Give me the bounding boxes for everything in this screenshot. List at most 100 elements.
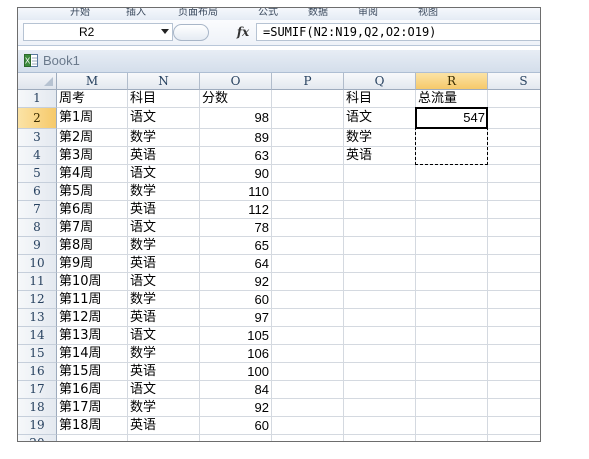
- cell-n10[interactable]: 英语: [128, 255, 200, 273]
- cell-p18[interactable]: [272, 399, 344, 417]
- cell-r14[interactable]: [416, 327, 488, 345]
- cell-m11[interactable]: 第10周: [57, 273, 128, 291]
- name-box[interactable]: R2: [23, 23, 173, 41]
- cell-r13[interactable]: [416, 309, 488, 327]
- column-header-p[interactable]: P: [272, 73, 344, 90]
- cell-p2[interactable]: [272, 108, 344, 129]
- cell-r7[interactable]: [416, 201, 488, 219]
- row-header-15[interactable]: 15: [18, 345, 57, 363]
- ribbon-tab[interactable]: 公式: [258, 8, 278, 18]
- cell-o7[interactable]: 112: [200, 201, 272, 219]
- cell-s3[interactable]: [488, 129, 540, 147]
- cell-p15[interactable]: [272, 345, 344, 363]
- cell-p4[interactable]: [272, 147, 344, 165]
- cell-m3[interactable]: 第2周: [57, 129, 128, 147]
- cell-o14[interactable]: 105: [200, 327, 272, 345]
- cell-r2[interactable]: 547: [416, 108, 488, 129]
- cell-m9[interactable]: 第8周: [57, 237, 128, 255]
- cell-s9[interactable]: [488, 237, 540, 255]
- cell-o16[interactable]: 100: [200, 363, 272, 381]
- cell-n14[interactable]: 语文: [128, 327, 200, 345]
- row-header-1[interactable]: 1: [18, 90, 57, 108]
- cell-s15[interactable]: [488, 345, 540, 363]
- cell-s10[interactable]: [488, 255, 540, 273]
- cell-p5[interactable]: [272, 165, 344, 183]
- cell-o1[interactable]: 分数: [200, 90, 272, 108]
- cell-o18[interactable]: 92: [200, 399, 272, 417]
- row-header-5[interactable]: 5: [18, 165, 57, 183]
- cell-s19[interactable]: [488, 417, 540, 435]
- cell-p12[interactable]: [272, 291, 344, 309]
- cell-n16[interactable]: 英语: [128, 363, 200, 381]
- cell-s12[interactable]: [488, 291, 540, 309]
- cell-n19[interactable]: 英语: [128, 417, 200, 435]
- cell-p6[interactable]: [272, 183, 344, 201]
- column-header-o[interactable]: O: [200, 73, 272, 90]
- cell-p16[interactable]: [272, 363, 344, 381]
- row-header-18[interactable]: 18: [18, 399, 57, 417]
- cell-m20[interactable]: [57, 435, 128, 441]
- cell-m5[interactable]: 第4周: [57, 165, 128, 183]
- cell-n1[interactable]: 科目: [128, 90, 200, 108]
- cell-r18[interactable]: [416, 399, 488, 417]
- cell-p8[interactable]: [272, 219, 344, 237]
- row-header-20[interactable]: 20: [18, 435, 57, 441]
- cell-p11[interactable]: [272, 273, 344, 291]
- cell-s6[interactable]: [488, 183, 540, 201]
- cell-n7[interactable]: 英语: [128, 201, 200, 219]
- cell-q4[interactable]: 英语: [344, 147, 416, 165]
- insert-function-icon[interactable]: fx: [234, 23, 252, 41]
- cell-n9[interactable]: 数学: [128, 237, 200, 255]
- cell-q14[interactable]: [344, 327, 416, 345]
- cell-q20[interactable]: [344, 435, 416, 441]
- cell-q2[interactable]: 语文: [344, 108, 416, 129]
- column-header-q[interactable]: Q: [344, 73, 416, 90]
- cell-n15[interactable]: 数学: [128, 345, 200, 363]
- cell-s13[interactable]: [488, 309, 540, 327]
- cell-m7[interactable]: 第6周: [57, 201, 128, 219]
- cell-s11[interactable]: [488, 273, 540, 291]
- cell-s20[interactable]: [488, 435, 540, 441]
- cell-m1[interactable]: 周考: [57, 90, 128, 108]
- cell-r4[interactable]: [416, 147, 488, 165]
- ribbon-tab[interactable]: 页面布局: [178, 8, 218, 18]
- row-header-7[interactable]: 7: [18, 201, 57, 219]
- cell-p19[interactable]: [272, 417, 344, 435]
- cell-m16[interactable]: 第15周: [57, 363, 128, 381]
- cell-p17[interactable]: [272, 381, 344, 399]
- row-header-19[interactable]: 19: [18, 417, 57, 435]
- cell-r3[interactable]: [416, 129, 488, 147]
- cell-p3[interactable]: [272, 129, 344, 147]
- cell-p1[interactable]: [272, 90, 344, 108]
- cell-s16[interactable]: [488, 363, 540, 381]
- cell-n11[interactable]: 语文: [128, 273, 200, 291]
- row-header-14[interactable]: 14: [18, 327, 57, 345]
- cell-n4[interactable]: 英语: [128, 147, 200, 165]
- cell-q19[interactable]: [344, 417, 416, 435]
- cell-q18[interactable]: [344, 399, 416, 417]
- cell-q13[interactable]: [344, 309, 416, 327]
- cell-q12[interactable]: [344, 291, 416, 309]
- cell-m10[interactable]: 第9周: [57, 255, 128, 273]
- cell-o8[interactable]: 78: [200, 219, 272, 237]
- cell-o13[interactable]: 97: [200, 309, 272, 327]
- cell-s5[interactable]: [488, 165, 540, 183]
- cell-r5[interactable]: [416, 165, 488, 183]
- cell-s14[interactable]: [488, 327, 540, 345]
- cell-q11[interactable]: [344, 273, 416, 291]
- cell-o3[interactable]: 89: [200, 129, 272, 147]
- row-header-4[interactable]: 4: [18, 147, 57, 165]
- ribbon-tab[interactable]: 审阅: [358, 8, 378, 18]
- cell-m13[interactable]: 第12周: [57, 309, 128, 327]
- cell-m18[interactable]: 第17周: [57, 399, 128, 417]
- cell-m2[interactable]: 第1周: [57, 108, 128, 129]
- row-header-10[interactable]: 10: [18, 255, 57, 273]
- cell-n8[interactable]: 语文: [128, 219, 200, 237]
- cell-o15[interactable]: 106: [200, 345, 272, 363]
- cell-p13[interactable]: [272, 309, 344, 327]
- cell-p14[interactable]: [272, 327, 344, 345]
- cell-q16[interactable]: [344, 363, 416, 381]
- cell-r19[interactable]: [416, 417, 488, 435]
- cell-m6[interactable]: 第5周: [57, 183, 128, 201]
- column-header-m[interactable]: M: [57, 73, 128, 90]
